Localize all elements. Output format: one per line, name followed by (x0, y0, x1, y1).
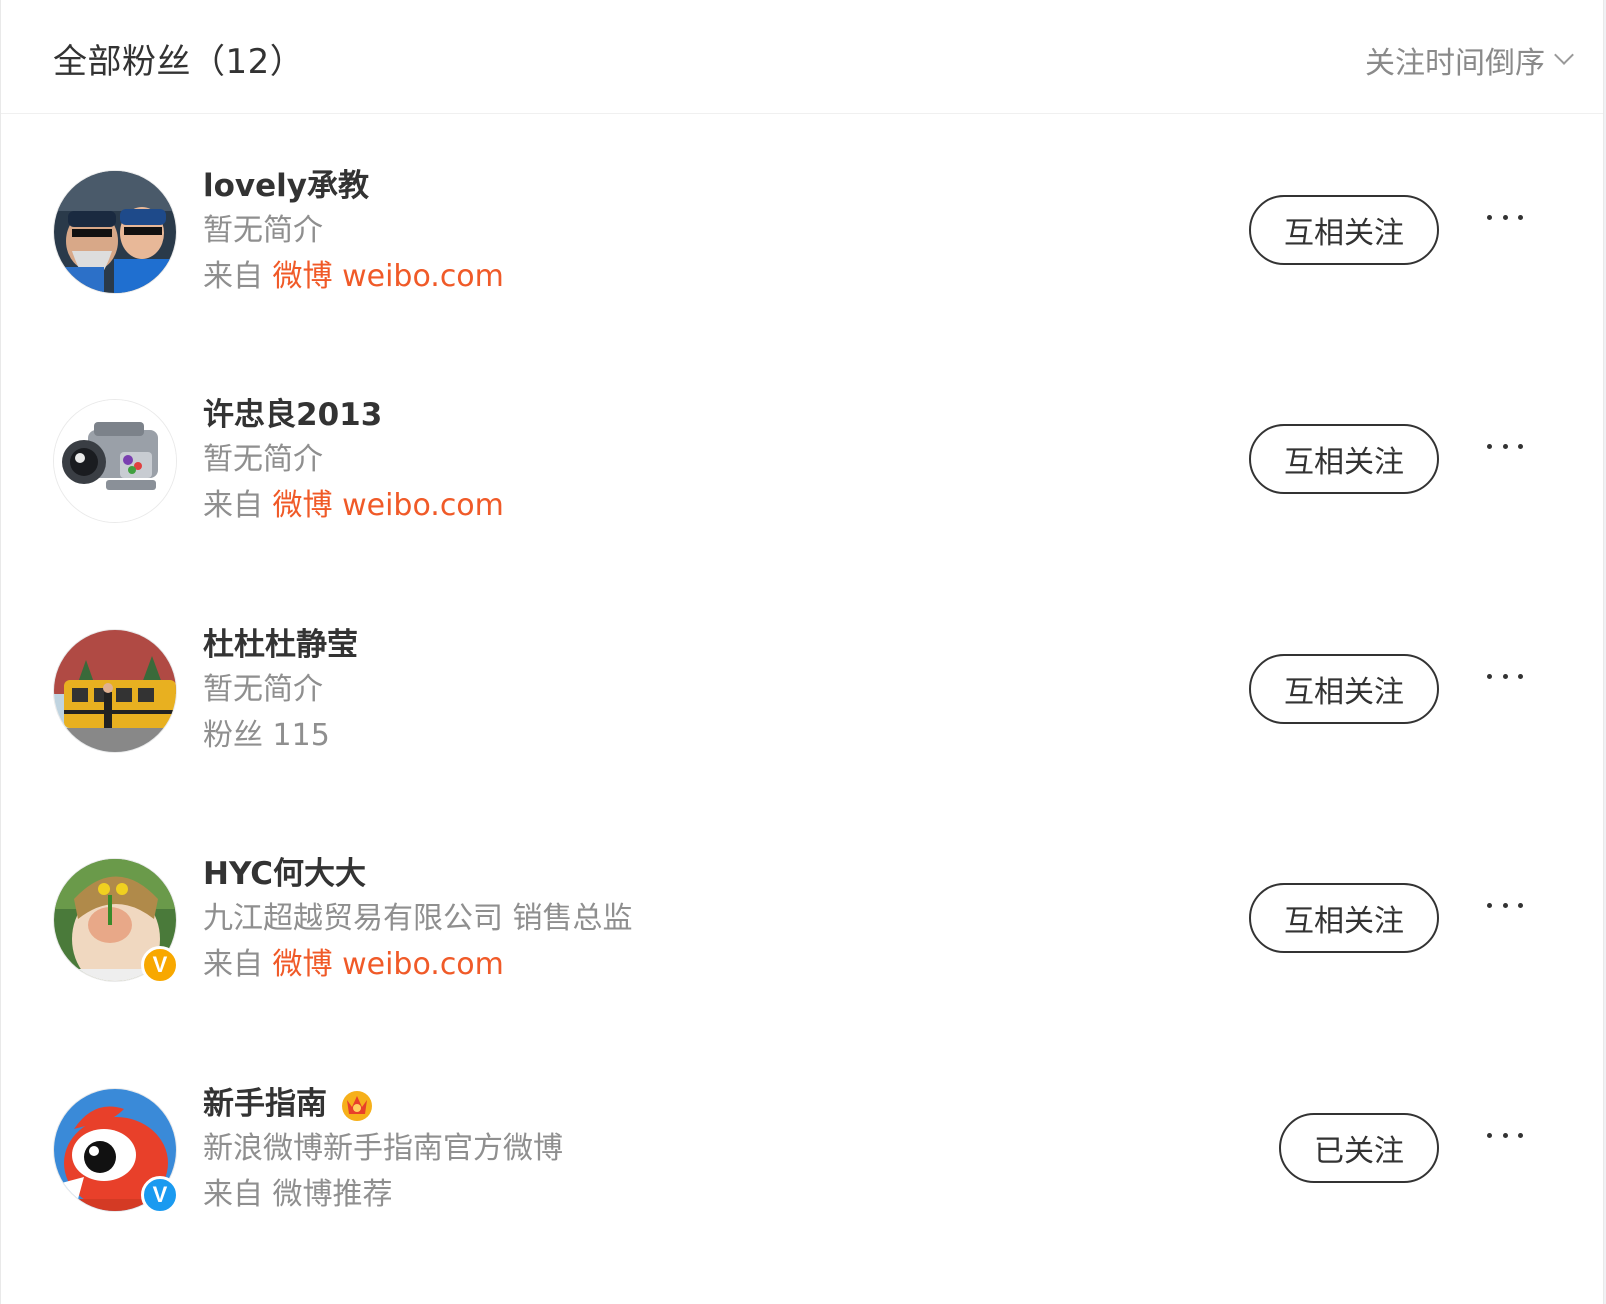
page-title: 全部粉丝（12） (53, 42, 305, 82)
mutual-follow-button[interactable]: 互相关注 (1249, 424, 1439, 494)
avatar-image (54, 400, 176, 522)
fan-info: 新手指南 新浪微博新手指南官方微博 来自 微博推荐 (203, 1082, 563, 1218)
fan-info: lovely承教 暂无简介 来自 微博 weibo.com (203, 164, 504, 300)
fan-name[interactable]: 新手指南 (203, 1082, 563, 1126)
fan-bio: 九江超越贸易有限公司 销售总监 (203, 901, 633, 936)
more-options-icon[interactable] (1487, 1120, 1523, 1150)
mutual-follow-button[interactable]: 互相关注 (1249, 195, 1439, 265)
meta-prefix: 来自 (203, 488, 263, 523)
fan-meta: 来自 微博 weibo.com (203, 254, 504, 300)
meta-prefix: 来自 (203, 947, 263, 982)
fan-name[interactable]: 许忠良2013 (203, 393, 504, 437)
mutual-follow-button[interactable]: 互相关注 (1249, 883, 1439, 953)
verified-badge-icon: V (141, 1176, 179, 1214)
fan-name-text: 新手指南 (203, 1086, 327, 1122)
fan-count: 115 (272, 718, 330, 753)
sort-label: 关注时间倒序 (1365, 46, 1545, 81)
fan-meta: 来自 微博推荐 (203, 1172, 563, 1218)
more-options-icon[interactable] (1487, 431, 1523, 461)
fan-meta: 粉丝 115 (203, 713, 358, 759)
fan-name[interactable]: HYC何大大 (203, 852, 633, 896)
source-link[interactable]: 微博 weibo.com (273, 947, 504, 982)
fan-bio: 暂无简介 (203, 672, 323, 707)
fan-item: lovely承教 暂无简介 来自 微博 weibo.com 互相关注 (1, 114, 1603, 349)
meta-prefix: 来自 (203, 1177, 263, 1212)
more-options-icon[interactable] (1487, 202, 1523, 232)
fan-bio: 暂无简介 (203, 213, 323, 248)
more-options-icon[interactable] (1487, 890, 1523, 920)
meta-prefix: 粉丝 (203, 718, 263, 753)
fans-panel: 全部粉丝（12） 关注时间倒序 lovely承教 暂无简介 来自 微博 weib… (0, 0, 1604, 1304)
source-link[interactable]: 微博 weibo.com (273, 488, 504, 523)
avatar-image (54, 630, 176, 752)
avatar[interactable] (53, 170, 177, 294)
avatar-image (54, 171, 176, 293)
fan-info: 杜杜杜静莹 暂无简介 粉丝 115 (203, 623, 358, 759)
avatar[interactable] (53, 399, 177, 523)
fan-info: 许忠良2013 暂无简介 来自 微博 weibo.com (203, 393, 504, 529)
crown-icon (342, 1091, 372, 1121)
fan-bio: 新浪微博新手指南官方微博 (203, 1131, 563, 1166)
fan-item: V HYC何大大 九江超越贸易有限公司 销售总监 来自 微博 weibo.com… (1, 802, 1603, 1037)
verified-badge-icon: V (141, 946, 179, 984)
header: 全部粉丝（12） 关注时间倒序 (1, 0, 1603, 114)
avatar[interactable]: V (53, 858, 179, 984)
fan-name[interactable]: lovely承教 (203, 164, 504, 208)
avatar[interactable]: V (53, 1088, 179, 1214)
fan-item: 许忠良2013 暂无简介 来自 微博 weibo.com 互相关注 (1, 343, 1603, 578)
fan-meta: 来自 微博 weibo.com (203, 483, 504, 529)
followed-button[interactable]: 已关注 (1279, 1113, 1439, 1183)
source-link[interactable]: 微博 weibo.com (273, 259, 504, 294)
fan-info: HYC何大大 九江超越贸易有限公司 销售总监 来自 微博 weibo.com (203, 852, 633, 988)
source-text: 微博推荐 (272, 1177, 393, 1212)
fan-name[interactable]: 杜杜杜静莹 (203, 623, 358, 667)
sort-dropdown[interactable]: 关注时间倒序 (1365, 38, 1574, 82)
fan-item: V 新手指南 新浪微博新手指南官方微博 来自 微博推荐 已关注 (1, 1032, 1603, 1267)
avatar[interactable] (53, 629, 177, 753)
fan-item: 杜杜杜静莹 暂无简介 粉丝 115 互相关注 (1, 573, 1603, 808)
chevron-down-icon (1554, 45, 1574, 65)
more-options-icon[interactable] (1487, 661, 1523, 691)
meta-prefix: 来自 (203, 259, 263, 294)
fan-bio: 暂无简介 (203, 442, 323, 477)
fan-meta: 来自 微博 weibo.com (203, 942, 633, 988)
mutual-follow-button[interactable]: 互相关注 (1249, 654, 1439, 724)
